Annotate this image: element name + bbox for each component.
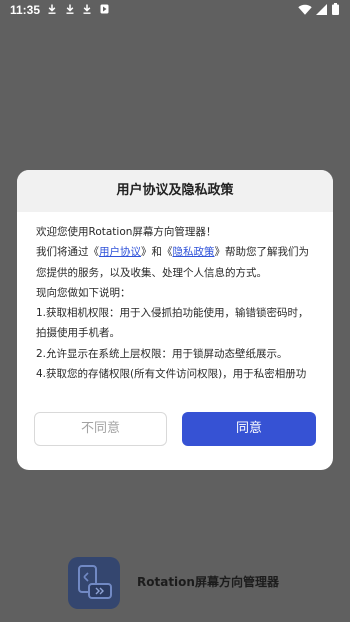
dialog-body-line: 我们将通过《用户协议》和《隐私政策》帮助您了解我们为 <box>36 242 316 262</box>
download-icon <box>48 4 56 14</box>
privacy-dialog: 用户协议及隐私政策 欢迎您使用Rotation屏幕方向管理器！ 我们将通过《用户… <box>17 170 333 470</box>
notification-icon <box>100 4 109 14</box>
cellular-signal-icon <box>316 4 327 15</box>
line-text: 》帮助您了解我们为 <box>214 246 310 259</box>
screen: 11:35 Rotation屏幕方向管理器 用户协议及隐私政策 欢迎您使用Rot… <box>0 0 350 622</box>
dialog-body-line: 4.获取您的存储权限(所有文件访问权限)，用于私密相册功 <box>36 368 307 381</box>
dialog-body-line: 您提供的服务，以及收集、处理个人信息的方式。 <box>36 266 267 279</box>
status-bar: 11:35 <box>0 0 350 20</box>
disagree-button[interactable]: 不同意 <box>34 412 167 446</box>
dialog-body-line: 1.获取相机权限：用于入侵抓拍功能使用，输错锁密码时， <box>36 307 309 320</box>
agree-button[interactable]: 同意 <box>182 412 316 446</box>
app-name-label: Rotation屏幕方向管理器 <box>137 575 279 589</box>
dialog-body-line: 现向您做如下说明： <box>36 286 131 299</box>
download-icon <box>83 4 91 14</box>
dialog-body[interactable]: 欢迎您使用Rotation屏幕方向管理器！ 我们将通过《用户协议》和《隐私政策》… <box>36 222 316 386</box>
dialog-title: 用户协议及隐私政策 <box>116 183 234 198</box>
battery-icon <box>332 3 339 15</box>
dialog-body-line: 2.允许显示在系统上层权限：用于锁屏动态壁纸展示。 <box>36 347 288 360</box>
wifi-icon <box>298 4 312 15</box>
line-text: 我们将通过《 <box>36 246 99 259</box>
user-agreement-link[interactable]: 用户协议 <box>99 246 141 258</box>
rotation-app-icon <box>68 557 120 609</box>
download-icon <box>66 4 74 14</box>
dialog-header: 用户协议及隐私政策 <box>17 170 333 212</box>
privacy-policy-link[interactable]: 隐私政策 <box>173 246 215 258</box>
line-text: 》和《 <box>141 246 173 259</box>
dialog-body-line: 欢迎您使用Rotation屏幕方向管理器！ <box>36 226 217 238</box>
dialog-body-line: 拍摄使用手机者。 <box>36 327 120 340</box>
status-time: 11:35 <box>10 3 41 17</box>
